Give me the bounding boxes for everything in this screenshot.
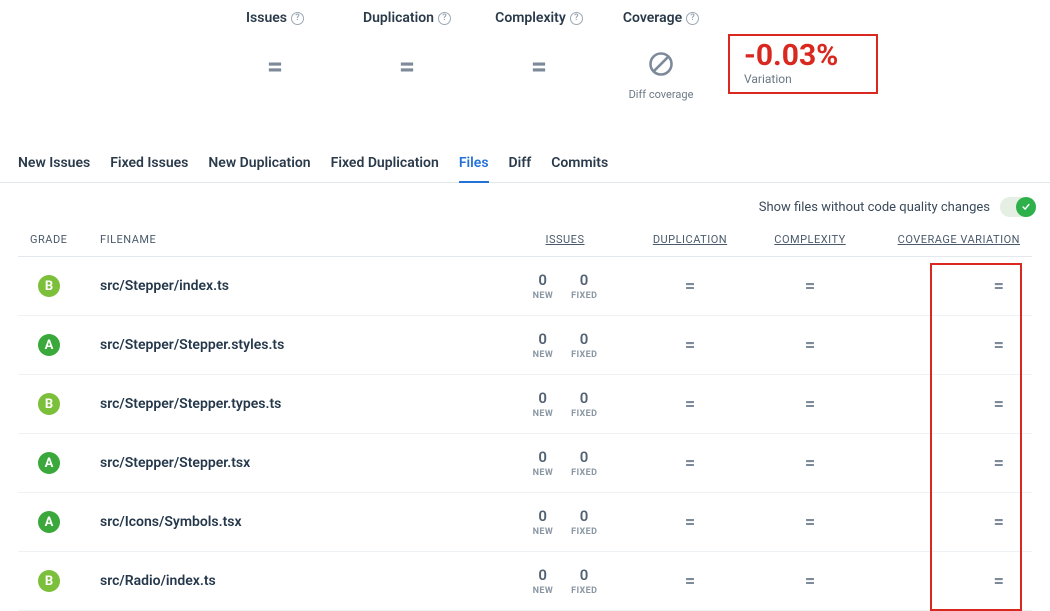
duplication-cell: = <box>630 276 750 297</box>
duplication-cell: = <box>630 453 750 474</box>
duplication-cell: = <box>630 335 750 356</box>
metric-coverage-label: Coverage <box>623 10 682 26</box>
metric-coverage: Coverage ? Diff coverage <box>616 10 706 101</box>
check-icon <box>1021 202 1031 212</box>
col-coverage-variation[interactable]: COVERAGE VARIATION <box>870 233 1020 246</box>
duplication-cell: = <box>630 394 750 415</box>
coverage-variation-cell: = <box>870 276 1020 297</box>
issues-cell: 0NEW0FIXED <box>500 448 630 478</box>
complexity-cell: = <box>750 335 870 356</box>
coverage-variation-cell: = <box>870 512 1020 533</box>
coverage-variation-label: Variation <box>744 72 862 86</box>
metric-complexity-label: Complexity <box>495 10 566 26</box>
metric-duplication: Duplication ? = <box>352 10 462 83</box>
table-row[interactable]: Bsrc/Radio/index.ts0NEW0FIXED=== <box>18 552 1032 611</box>
coverage-variation-cell: = <box>870 335 1020 356</box>
duplication-cell: = <box>630 571 750 592</box>
help-icon[interactable]: ? <box>291 12 304 25</box>
complexity-cell: = <box>750 571 870 592</box>
grade-badge: B <box>38 275 60 297</box>
tab-new-issues[interactable]: New Issues <box>18 149 90 182</box>
grade-badge: A <box>38 452 60 474</box>
complexity-cell: = <box>750 394 870 415</box>
toggle-label: Show files without code quality changes <box>759 200 990 215</box>
grade-badge: A <box>38 511 60 533</box>
issues-cell: 0NEW0FIXED <box>500 271 630 301</box>
toggle-row: Show files without code quality changes <box>0 183 1050 227</box>
table-row[interactable]: Asrc/Stepper/Stepper.styles.ts0NEW0FIXED… <box>18 316 1032 375</box>
tab-files[interactable]: Files <box>459 149 489 183</box>
toggle-knob <box>1016 197 1036 217</box>
tab-commits[interactable]: Commits <box>551 149 608 182</box>
duplication-cell: = <box>630 512 750 533</box>
show-unchanged-toggle[interactable] <box>1000 197 1036 217</box>
grade-badge: B <box>38 570 60 592</box>
coverage-variation-cell: = <box>870 394 1020 415</box>
coverage-variation-value: -0.03% <box>744 40 862 72</box>
table-row[interactable]: Bsrc/Stepper/Stepper.types.ts0NEW0FIXED=… <box>18 375 1032 434</box>
table-row[interactable]: Bsrc/Stepper/index.ts0NEW0FIXED=== <box>18 257 1032 316</box>
col-duplication[interactable]: DUPLICATION <box>630 233 750 246</box>
col-issues[interactable]: ISSUES <box>500 233 630 246</box>
help-icon[interactable]: ? <box>570 12 583 25</box>
equals-icon: = <box>267 50 283 83</box>
coverage-variation-box: -0.03% Variation <box>728 34 878 94</box>
tab-fixed-duplication[interactable]: Fixed Duplication <box>331 149 439 182</box>
tab-new-duplication[interactable]: New Duplication <box>208 149 310 182</box>
metric-complexity: Complexity ? = <box>484 10 594 83</box>
issues-cell: 0NEW0FIXED <box>500 389 630 419</box>
files-table: GRADE FILENAME ISSUES DUPLICATION COMPLE… <box>0 227 1050 611</box>
grade-badge: B <box>38 393 60 415</box>
tab-fixed-issues[interactable]: Fixed Issues <box>110 149 188 182</box>
complexity-cell: = <box>750 276 870 297</box>
metric-duplication-label: Duplication <box>363 10 434 26</box>
col-complexity[interactable]: COMPLEXITY <box>750 233 870 246</box>
complexity-cell: = <box>750 512 870 533</box>
complexity-cell: = <box>750 453 870 474</box>
help-icon[interactable]: ? <box>686 12 699 25</box>
filename-cell[interactable]: src/Stepper/index.ts <box>100 278 500 294</box>
help-icon[interactable]: ? <box>438 12 451 25</box>
equals-icon: = <box>531 50 547 83</box>
tab-bar: New Issues Fixed Issues New Duplication Fix… <box>0 149 1050 183</box>
col-grade: GRADE <box>30 233 100 246</box>
equals-icon: = <box>399 50 415 83</box>
tab-diff[interactable]: Diff <box>509 149 532 182</box>
grade-badge: A <box>38 334 60 356</box>
issues-cell: 0NEW0FIXED <box>500 507 630 537</box>
issues-cell: 0NEW0FIXED <box>500 566 630 596</box>
filename-cell[interactable]: src/Icons/Symbols.tsx <box>100 514 500 530</box>
table-row[interactable]: Asrc/Stepper/Stepper.tsx0NEW0FIXED=== <box>18 434 1032 493</box>
diff-coverage-label: Diff coverage <box>629 88 694 101</box>
col-filename: FILENAME <box>100 233 500 246</box>
metric-issues-label: Issues <box>246 10 287 26</box>
coverage-variation-cell: = <box>870 453 1020 474</box>
filename-cell[interactable]: src/Stepper/Stepper.types.ts <box>100 396 500 412</box>
filename-cell[interactable]: src/Stepper/Stepper.styles.ts <box>100 337 500 353</box>
metric-issues: Issues ? = <box>220 10 330 83</box>
filename-cell[interactable]: src/Stepper/Stepper.tsx <box>100 455 500 471</box>
table-row[interactable]: Asrc/Icons/Symbols.tsx0NEW0FIXED=== <box>18 493 1032 552</box>
metrics-strip: Issues ? = Duplication ? = Complexity ? … <box>0 0 1050 101</box>
issues-cell: 0NEW0FIXED <box>500 330 630 360</box>
coverage-variation-cell: = <box>870 571 1020 592</box>
empty-set-icon <box>647 50 675 78</box>
table-header: GRADE FILENAME ISSUES DUPLICATION COMPLE… <box>18 227 1032 257</box>
